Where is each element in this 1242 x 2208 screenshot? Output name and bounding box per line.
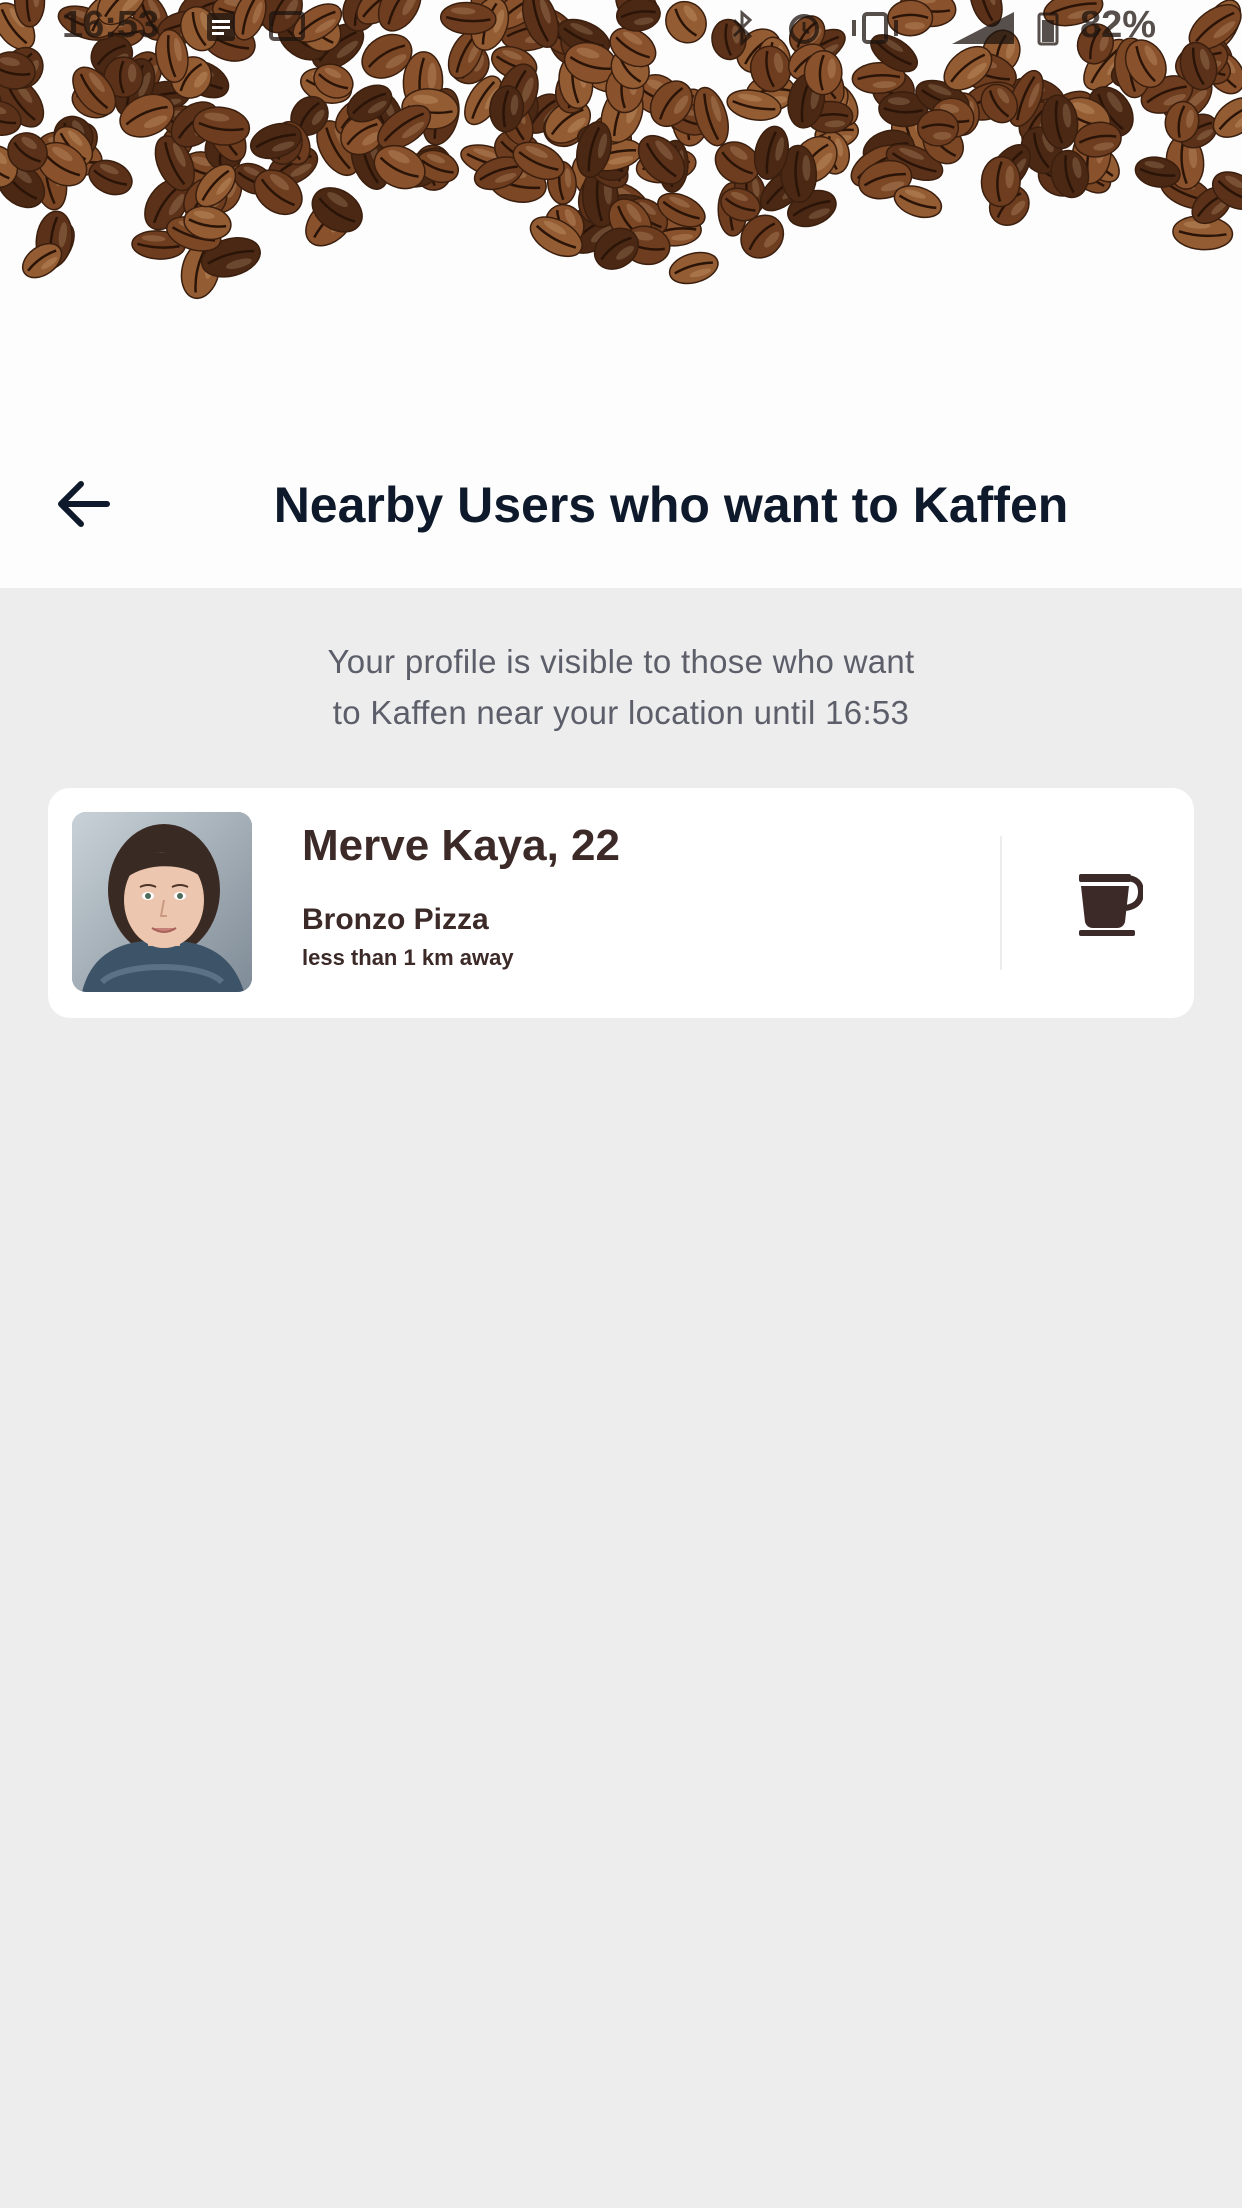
back-button[interactable] <box>42 464 128 544</box>
user-card[interactable]: Merve Kaya, 22 Bronzo Pizza less than 1 … <box>48 788 1194 1018</box>
vibrate-icon <box>852 12 898 44</box>
avatar <box>72 812 252 992</box>
bluetooth-icon <box>732 10 753 46</box>
notes-icon <box>207 13 235 41</box>
status-bar: 16:53 82% <box>0 0 1242 54</box>
card-divider <box>1000 836 1002 970</box>
user-distance: less than 1 km away <box>302 945 514 970</box>
arrow-left-icon <box>58 481 110 527</box>
alarm-icon <box>789 14 819 44</box>
user-location-name: Bronzo Pizza <box>302 903 489 936</box>
battery-percentage: 82% <box>1079 4 1156 46</box>
battery-icon <box>1037 12 1059 46</box>
visibility-notice-line-2: to Kaffen near your location until 16:53 <box>332 694 910 731</box>
status-time: 16:53 <box>62 4 160 46</box>
user-name: Merve Kaya, 22 <box>302 821 620 870</box>
page-title: Nearby Users who want to Kaffen <box>273 477 1069 533</box>
header-banner: 16:53 82% Nearby Users who want to Kaffe… <box>0 0 1242 588</box>
signal-icon <box>952 12 1014 44</box>
invite-coffee-button[interactable] <box>1048 840 1168 966</box>
coffee-cup-icon <box>1079 874 1143 936</box>
message-icon <box>269 11 305 41</box>
visibility-notice: Your profile is visible to those who wan… <box>120 636 1122 738</box>
visibility-notice-line-1: Your profile is visible to those who wan… <box>327 643 915 680</box>
